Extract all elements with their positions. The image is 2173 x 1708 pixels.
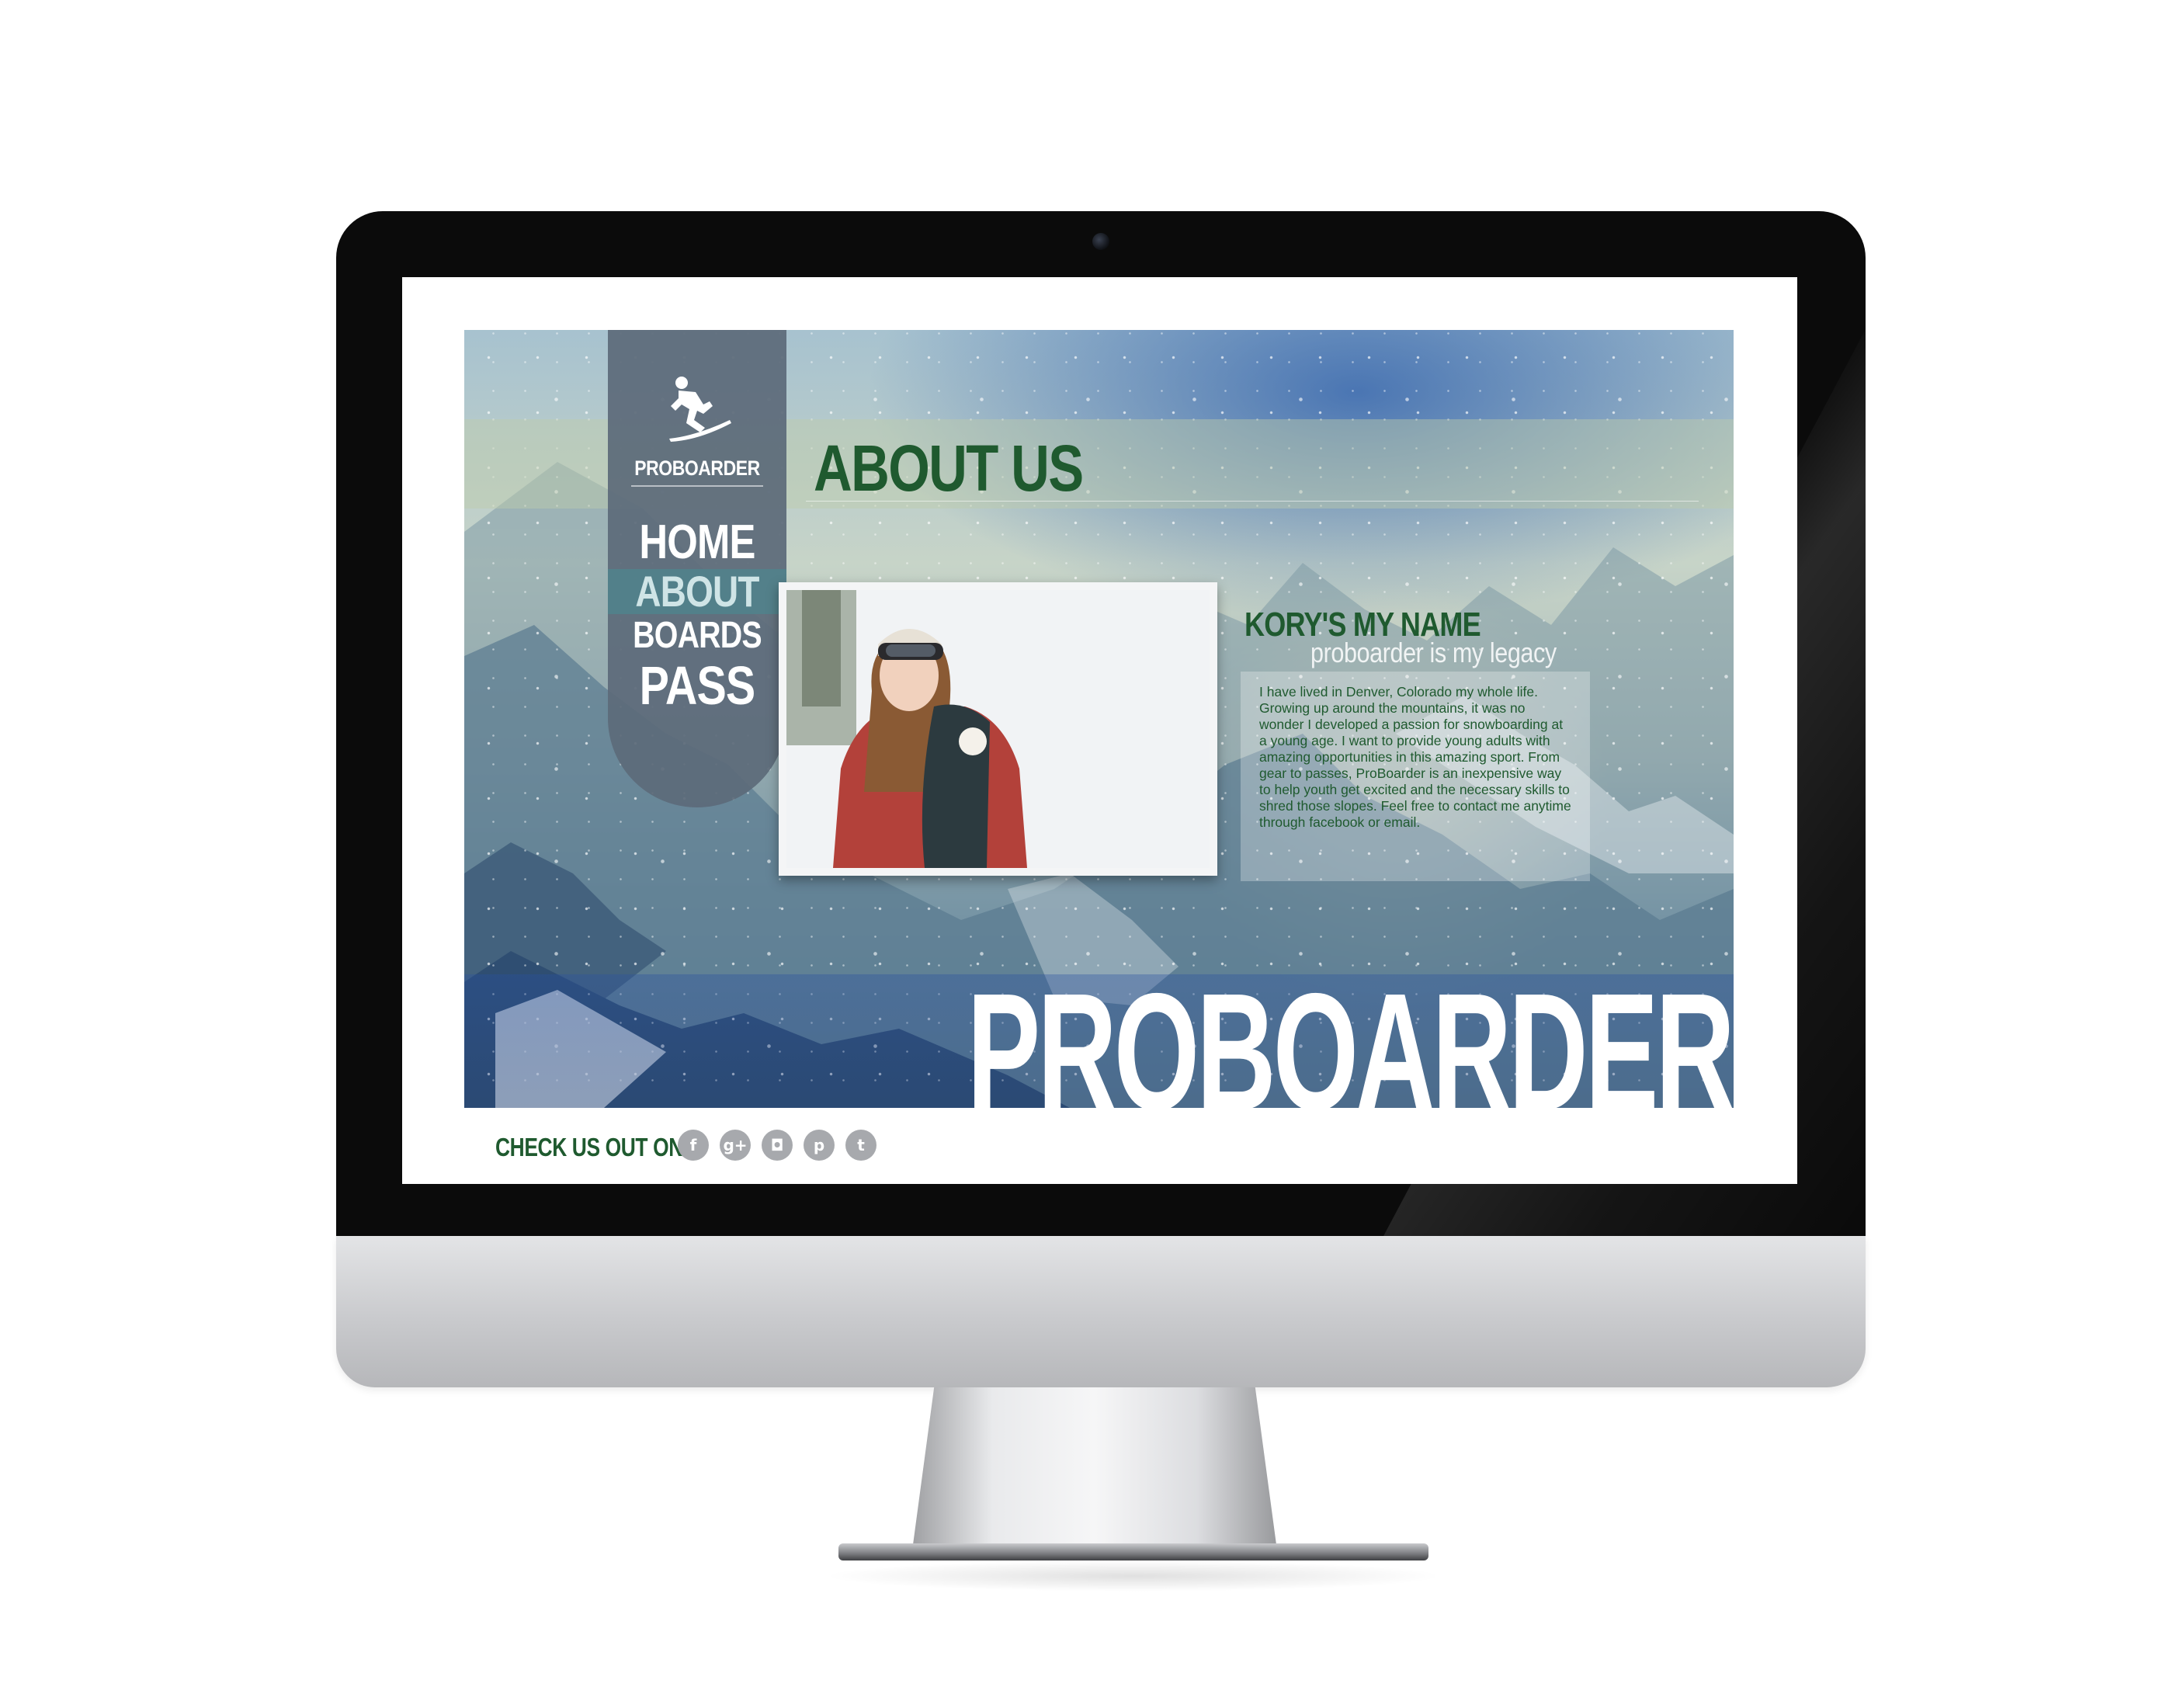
social-links: f g+ ◘ p t — [678, 1130, 876, 1161]
site-logo-text[interactable]: PROBOARDER — [621, 457, 773, 481]
sidebar-nav: PROBOARDER HOME ABOUT BOARDS PASS — [608, 330, 786, 807]
snowboarder-icon — [669, 377, 731, 442]
google-plus-icon[interactable]: g+ — [720, 1130, 751, 1161]
pinterest-icon[interactable]: p — [804, 1130, 835, 1161]
bio-box: I have lived in Denver, Colorado my whol… — [1241, 672, 1590, 881]
social-label: CHECK US OUT ON — [495, 1133, 683, 1161]
website-screen: PROBOARDER HOME ABOUT BOARDS PASS ABOUT … — [402, 277, 1797, 1184]
monitor-stand-base — [838, 1543, 1428, 1560]
twitter-icon[interactable]: t — [845, 1130, 876, 1161]
webcam-icon — [1092, 233, 1109, 250]
nav-item-home[interactable]: HOME — [624, 516, 771, 569]
brand-wordmark: PROBOARDER — [967, 958, 1734, 1108]
page-title: ABOUT US — [814, 432, 1084, 505]
hero-background: PROBOARDER HOME ABOUT BOARDS PASS ABOUT … — [464, 330, 1734, 1108]
logo-divider — [631, 485, 763, 487]
instagram-icon[interactable]: ◘ — [762, 1130, 793, 1161]
nav-item-boards[interactable]: BOARDS — [624, 614, 771, 658]
stand-shadow — [823, 1560, 1444, 1592]
profile-tagline: proboarder is my legacy — [1310, 637, 1557, 668]
profile-photo-frame — [779, 582, 1217, 876]
monitor-stand — [912, 1387, 1277, 1550]
bio-text: I have lived in Denver, Colorado my whol… — [1259, 684, 1571, 830]
monitor-chin — [336, 1236, 1866, 1387]
profile-photo — [786, 590, 1210, 868]
facebook-icon[interactable]: f — [678, 1130, 709, 1161]
nav-item-about[interactable]: ABOUT — [624, 569, 771, 614]
snowboarder-portrait — [786, 590, 1210, 868]
nav-menu: HOME ABOUT BOARDS PASS — [608, 516, 786, 713]
nav-item-pass[interactable]: PASS — [624, 658, 771, 713]
nav-item-about-highlight: ABOUT — [608, 569, 786, 614]
